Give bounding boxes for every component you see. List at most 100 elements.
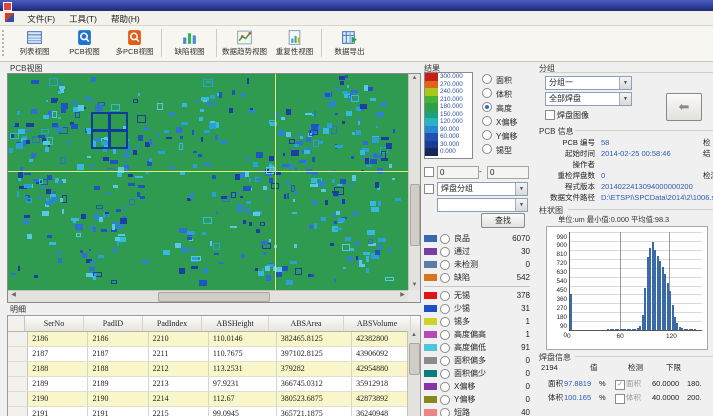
table-row[interactable]: 21912191221599.0945365721.187536240948: [8, 407, 420, 416]
metric-option-2[interactable]: 高度: [482, 102, 512, 114]
chevron-down-icon[interactable]: ▼: [619, 93, 631, 105]
radio-icon[interactable]: [482, 88, 492, 98]
title-bar[interactable]: [0, 0, 713, 11]
menu-item-file[interactable]: 文件(F): [20, 11, 62, 27]
scroll-left-icon[interactable]: ◀: [8, 291, 19, 300]
column-header-ABSHeight[interactable]: ABSHeight: [202, 316, 269, 331]
pad-check-checkbox[interactable]: ✓: [615, 380, 625, 390]
radio-icon[interactable]: [440, 382, 450, 392]
range-from-input[interactable]: [437, 166, 479, 179]
category-row[interactable]: 高度偏低91: [424, 341, 530, 354]
radio-icon[interactable]: [440, 408, 450, 416]
table-row[interactable]: 218821882212113.253137928242954880: [8, 362, 420, 377]
pcb-vscroll-thumb[interactable]: [410, 184, 420, 246]
toolbar-grip[interactable]: [2, 30, 7, 56]
pad-image-checkbox[interactable]: [545, 110, 555, 120]
radio-icon[interactable]: [482, 116, 492, 126]
category-row[interactable]: 面积偏多0: [424, 354, 530, 367]
pcb-horizontal-scrollbar[interactable]: ◀ ▶: [8, 290, 408, 302]
scroll-up-icon[interactable]: ▲: [409, 74, 420, 83]
search-button[interactable]: 查找: [481, 213, 525, 228]
radio-icon[interactable]: [482, 102, 492, 112]
scroll-down-icon[interactable]: ▼: [409, 281, 420, 290]
radio-icon[interactable]: [440, 369, 450, 379]
column-header-ABSVolume[interactable]: ABSVolume: [344, 316, 411, 331]
radio-icon[interactable]: [440, 356, 450, 366]
radio-icon[interactable]: [440, 291, 450, 301]
metric-option-3[interactable]: X偏移: [482, 116, 517, 128]
toolbar-button-repeat-view[interactable]: 重复性视图: [270, 27, 319, 60]
menu-item-help[interactable]: 帮助(H): [104, 11, 147, 27]
category-row[interactable]: 少锡31: [424, 302, 530, 315]
range-filter-checkbox[interactable]: [424, 167, 434, 177]
column-header-ABSArea[interactable]: ABSArea: [269, 316, 344, 331]
pcb-component: [365, 158, 369, 164]
category-row[interactable]: 未检测0: [424, 258, 530, 271]
pcb-component: [370, 201, 376, 206]
pcb-vertical-scrollbar[interactable]: ▲ ▼: [408, 74, 420, 290]
metric-option-5[interactable]: 锡型: [482, 144, 512, 156]
table-row[interactable]: 218621862210110.0146382465.812542382800: [8, 332, 420, 347]
metric-option-0[interactable]: 面积: [482, 74, 512, 86]
toolbar-button-defect-view[interactable]: 缺陷视图: [165, 27, 214, 60]
radio-icon[interactable]: [440, 330, 450, 340]
table-vertical-scrollbar[interactable]: ▲: [407, 331, 420, 416]
radio-icon[interactable]: [440, 273, 450, 283]
scroll-right-icon[interactable]: ▶: [397, 291, 408, 300]
radio-icon[interactable]: [440, 317, 450, 327]
range-to-input[interactable]: [487, 166, 529, 179]
category-row[interactable]: 缺陷542: [424, 271, 530, 284]
pcb-component: [300, 136, 303, 139]
category-row[interactable]: Y偏移0: [424, 393, 530, 406]
pcb-component: [347, 256, 353, 261]
radio-icon[interactable]: [440, 304, 450, 314]
group-filter-select[interactable]: 焊盘分组▼: [437, 182, 528, 196]
radio-icon[interactable]: [440, 234, 450, 244]
chevron-down-icon[interactable]: ▼: [515, 183, 527, 195]
chevron-down-icon[interactable]: ▼: [515, 199, 527, 211]
menu-item-tools[interactable]: 工具(T): [62, 11, 104, 27]
column-header-PadID[interactable]: PadID: [84, 316, 143, 331]
pad-select[interactable]: 全部焊盘▼: [545, 92, 632, 106]
toolbar-button-multi-pcb-view[interactable]: 多PCB视图: [110, 27, 159, 60]
radio-icon[interactable]: [482, 144, 492, 154]
chevron-down-icon[interactable]: ▼: [619, 77, 631, 89]
category-row[interactable]: 通过30: [424, 245, 530, 258]
category-row[interactable]: X偏移0: [424, 380, 530, 393]
table-row[interactable]: 21892189221397.9231366745.031235912918: [8, 377, 420, 392]
category-row[interactable]: 锡多1: [424, 315, 530, 328]
pcb-hscroll-thumb[interactable]: [158, 292, 270, 302]
category-label: 缺陷: [454, 272, 508, 283]
radio-icon[interactable]: [440, 395, 450, 405]
radio-icon[interactable]: [440, 260, 450, 270]
column-header-SerNo[interactable]: SerNo: [25, 316, 84, 331]
radio-icon[interactable]: [440, 247, 450, 257]
pcb-component: [13, 123, 15, 126]
pad-check-checkbox[interactable]: [615, 394, 625, 404]
table-row[interactable]: 218721872211110.7675397102.812543906092: [8, 347, 420, 362]
metric-option-4[interactable]: Y偏移: [482, 130, 517, 142]
toolbar-button-data-trend-view[interactable]: 数据趋势视图: [220, 27, 269, 60]
category-row[interactable]: 短路40: [424, 406, 530, 416]
pcb-component: [78, 105, 84, 111]
back-arrow-button[interactable]: ⬅: [666, 93, 702, 121]
category-row[interactable]: 良品6070: [424, 232, 530, 245]
category-row[interactable]: 无锡378: [424, 289, 530, 302]
radio-icon[interactable]: [482, 130, 492, 140]
toolbar-button-data-export[interactable]: 数据导出: [325, 27, 374, 60]
group-filter-checkbox[interactable]: [424, 184, 434, 194]
radio-icon[interactable]: [482, 74, 492, 84]
group-select[interactable]: 分组一▼: [545, 76, 632, 90]
table-row[interactable]: 219021902214112.67380523.687542873892: [8, 392, 420, 407]
category-row[interactable]: 高度偏高1: [424, 328, 530, 341]
table-scroll-thumb[interactable]: [409, 343, 420, 375]
group-value-select[interactable]: ▼: [437, 198, 528, 212]
category-row[interactable]: 面积偏少0: [424, 367, 530, 380]
metric-option-1[interactable]: 体积: [482, 88, 512, 100]
column-header-PadIndex[interactable]: PadIndex: [143, 316, 202, 331]
table-scroll-up-icon[interactable]: ▲: [408, 331, 420, 340]
radio-icon[interactable]: [440, 343, 450, 353]
toolbar-button-list-view[interactable]: 列表视图: [10, 27, 59, 60]
toolbar-button-pcb-view[interactable]: PCB视图: [60, 27, 109, 60]
pcb-board-canvas[interactable]: [8, 74, 408, 290]
